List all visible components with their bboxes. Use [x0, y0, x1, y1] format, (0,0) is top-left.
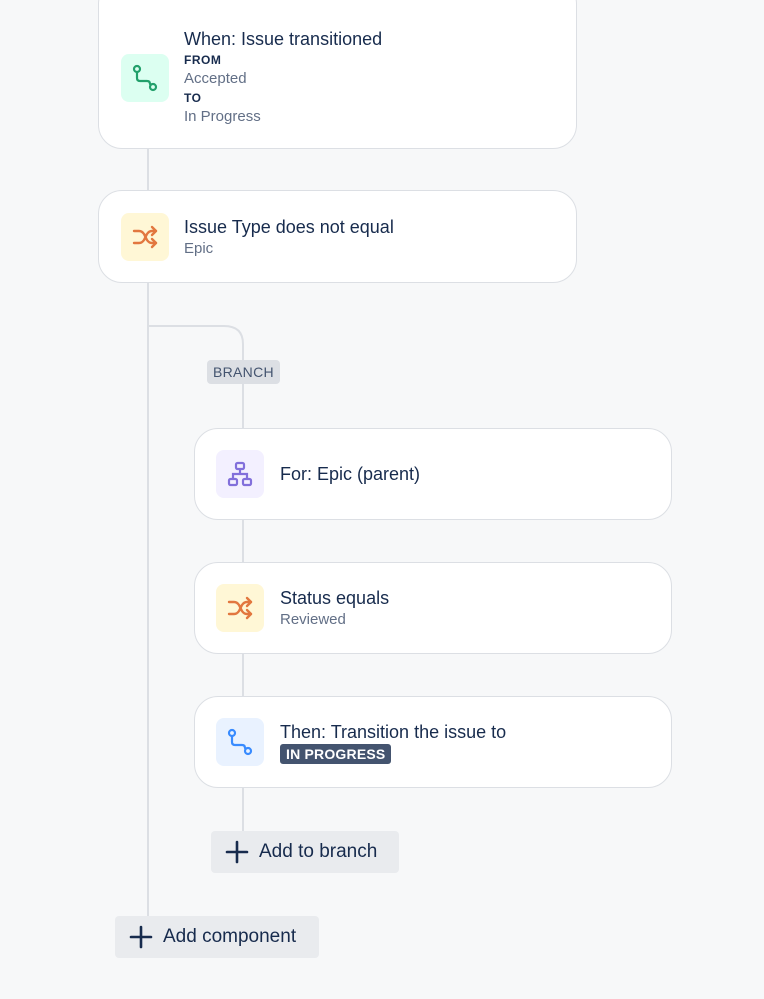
- trigger-icon-box: [121, 54, 169, 102]
- transition-title: Then: Transition the issue to: [280, 722, 507, 742]
- branch-tag: BRANCH: [207, 360, 280, 384]
- condition-value: Epic: [184, 240, 214, 257]
- condition-card[interactable]: Issue Type does not equal Epic: [98, 190, 577, 283]
- trigger-card[interactable]: When: Issue transitioned FROM Accepted T…: [98, 0, 577, 149]
- hierarchy-icon: [227, 461, 253, 487]
- branch-for-card[interactable]: For: Epic (parent): [194, 428, 672, 520]
- add-component-button[interactable]: Add component: [115, 916, 319, 958]
- to-value: In Progress: [184, 108, 261, 125]
- from-label: FROM: [184, 53, 222, 67]
- status-icon-box: [216, 584, 264, 632]
- status-value: Reviewed: [280, 611, 346, 628]
- transition-icon: [132, 64, 158, 92]
- condition-title: Issue Type does not equal: [184, 217, 394, 237]
- add-to-branch-button[interactable]: Add to branch: [211, 831, 399, 873]
- to-label: TO: [184, 91, 202, 105]
- for-icon-box: [216, 450, 264, 498]
- add-component-label: Add component: [163, 926, 297, 947]
- plus-icon: [129, 925, 153, 949]
- add-to-branch-label: Add to branch: [259, 841, 378, 862]
- transition-icon: [227, 728, 253, 756]
- for-title: For: Epic (parent): [280, 464, 421, 484]
- plus-icon: [225, 840, 249, 864]
- branch-transition-card[interactable]: Then: Transition the issue to IN PROGRES…: [194, 696, 672, 788]
- branch-status-card[interactable]: Status equals Reviewed: [194, 562, 672, 654]
- status-lozenge: IN PROGRESS: [280, 744, 392, 764]
- shuffle-icon: [227, 596, 253, 620]
- from-value: Accepted: [184, 70, 247, 87]
- shuffle-icon: [132, 225, 158, 249]
- trigger-title: When: Issue transitioned: [184, 29, 383, 49]
- condition-icon-box: [121, 213, 169, 261]
- transition-icon-box: [216, 718, 264, 766]
- branch-connector-curve: [147, 325, 244, 362]
- status-title: Status equals: [280, 588, 390, 608]
